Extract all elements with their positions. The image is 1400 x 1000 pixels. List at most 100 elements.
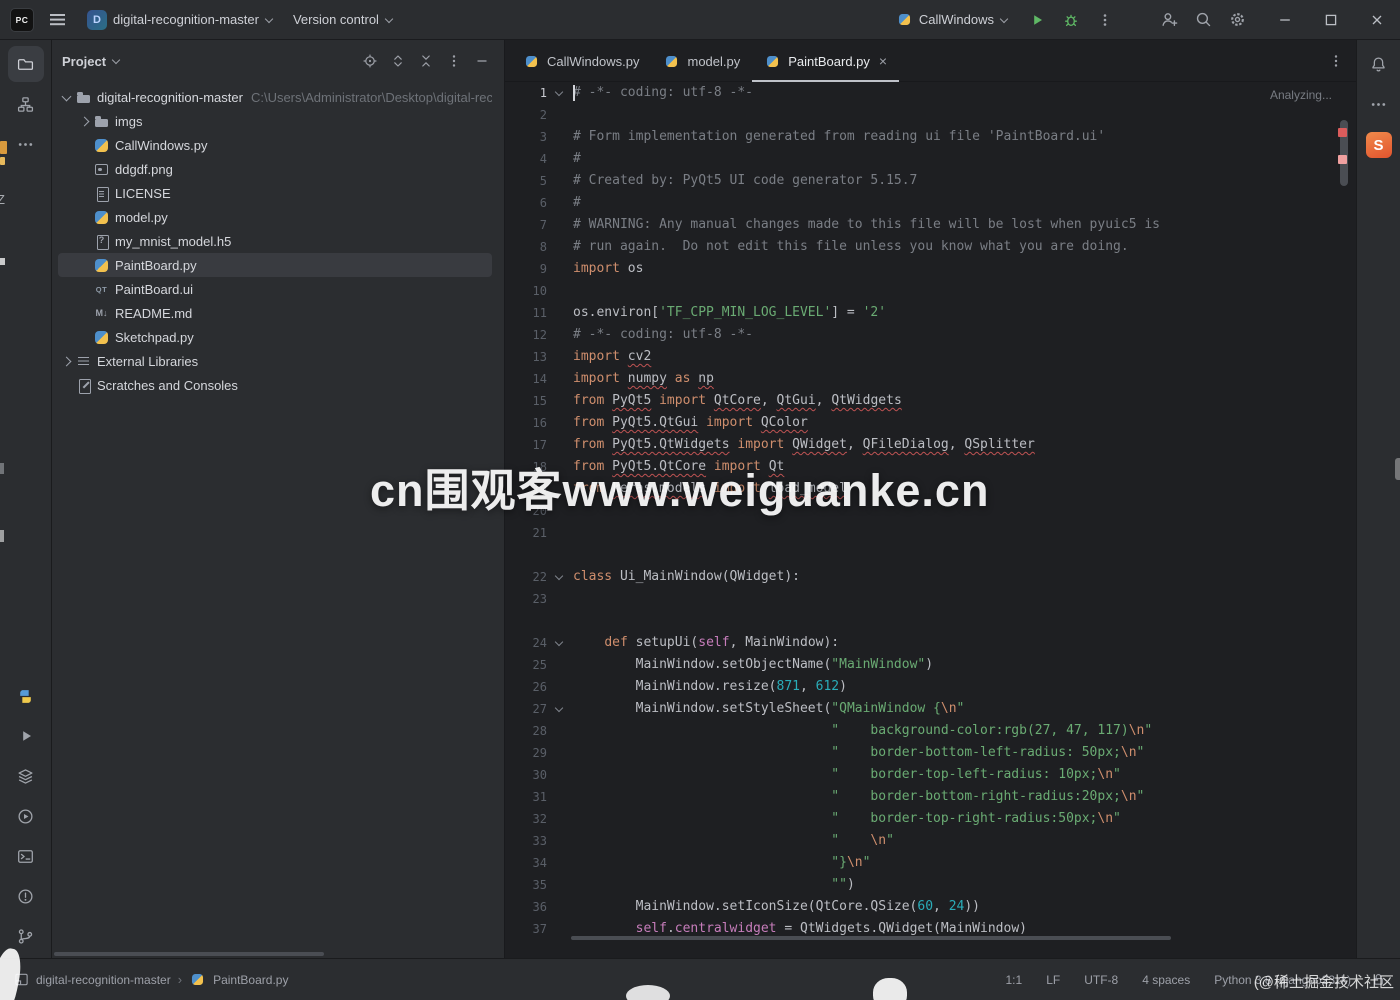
analysis-status[interactable]: Analyzing... (1270, 88, 1332, 102)
code-line[interactable]: 35 "") (505, 874, 1356, 896)
gutter[interactable]: 5 (505, 170, 567, 192)
right-rail-more-button[interactable] (1361, 86, 1397, 122)
locate-file-button[interactable] (358, 49, 382, 73)
gutter[interactable]: 20 (505, 500, 567, 522)
gutter[interactable]: 6 (505, 192, 567, 214)
code-line[interactable]: 24 def setupUi(self, MainWindow): (505, 632, 1356, 654)
tool-project-button[interactable] (7, 46, 44, 82)
code-line[interactable]: 4 # (505, 148, 1356, 170)
gutter[interactable]: 25 (505, 654, 567, 676)
run-more-actions-button[interactable] (1088, 3, 1122, 37)
code-line[interactable]: 27 MainWindow.setStyleSheet("QMainWindow… (505, 698, 1356, 720)
main-menu-button[interactable] (42, 9, 73, 30)
gutter[interactable]: 11 (505, 302, 567, 324)
tree-item[interactable]: LICENSE (52, 181, 492, 205)
panel-options-button[interactable] (442, 49, 466, 73)
code-line[interactable]: 31 " border-bottom-right-radius:20px;\n" (505, 786, 1356, 808)
tool-git-button[interactable] (8, 918, 44, 954)
tree-item[interactable]: Sketchpad.py (52, 325, 492, 349)
code-line[interactable]: 28 " background-color:rgb(27, 47, 117)\n… (505, 720, 1356, 742)
gutter[interactable]: 4 (505, 148, 567, 170)
gutter[interactable]: 18 (505, 456, 567, 478)
gutter[interactable]: 24 (505, 632, 567, 654)
code-line[interactable]: 2 (505, 104, 1356, 126)
code-line[interactable]: 34 "}\n" (505, 852, 1356, 874)
tool-run-services-button[interactable] (8, 798, 44, 834)
code-line[interactable]: 6 # (505, 192, 1356, 214)
tree-item[interactable]: my_mnist_model.h5 (52, 229, 492, 253)
tool-more-button[interactable] (8, 126, 44, 162)
version-control-menu[interactable]: Version control (285, 7, 401, 32)
close-window-button[interactable] (1354, 0, 1400, 40)
project-panel-title[interactable]: Project (62, 54, 106, 69)
code-line[interactable]: 13 import cv2 (505, 346, 1356, 368)
code-line[interactable]: 15 from PyQt5 import QtCore, QtGui, QtWid… (505, 390, 1356, 412)
warning-stripe-mark[interactable] (1338, 155, 1347, 164)
tool-problems-button[interactable] (8, 878, 44, 914)
gutter[interactable]: 33 (505, 830, 567, 852)
hide-panel-button[interactable] (470, 49, 494, 73)
gutter[interactable]: 32 (505, 808, 567, 830)
gutter[interactable]: 34 (505, 852, 567, 874)
editor-hscrollbar[interactable] (571, 936, 1171, 940)
error-stripe-mark[interactable] (1338, 128, 1347, 137)
tool-terminal-button[interactable] (8, 838, 44, 874)
tool-run-button[interactable] (8, 718, 44, 754)
gutter[interactable]: 13 (505, 346, 567, 368)
code-line[interactable]: 22 class Ui_MainWindow(QWidget): (505, 566, 1356, 588)
status-item[interactable]: 4 spaces (1142, 973, 1190, 987)
chevron-down-icon[interactable] (58, 89, 75, 106)
code-line[interactable]: 25 MainWindow.setObjectName("MainWindow"… (505, 654, 1356, 676)
tab-PaintBoard.py[interactable]: PaintBoard.py × (752, 40, 899, 82)
tree-item[interactable]: ddgdf.png (52, 157, 492, 181)
run-configuration-selector[interactable]: CallWindows (888, 6, 1016, 33)
debug-button[interactable] (1054, 3, 1088, 37)
gutter[interactable]: 9 (505, 258, 567, 280)
tree-item[interactable]: README.md (52, 301, 492, 325)
chevron-right-icon[interactable] (58, 353, 75, 370)
code-line[interactable]: 18 from PyQt5.QtCore import Qt (505, 456, 1356, 478)
gutter[interactable]: 31 (505, 786, 567, 808)
tab-CallWindows.py[interactable]: CallWindows.py (511, 40, 651, 82)
tab-model.py[interactable]: model.py (651, 40, 752, 82)
gutter[interactable]: 1 (505, 82, 567, 104)
code-line[interactable]: 36 MainWindow.setIconSize(QtCore.QSize(6… (505, 896, 1356, 918)
project-tree-hscrollbar[interactable] (54, 952, 324, 956)
gutter[interactable]: 12 (505, 324, 567, 346)
status-item[interactable]: Python 3.8 (djangoo23zk) (1214, 973, 1351, 987)
gutter[interactable]: 19 (505, 478, 567, 500)
gutter[interactable]: 22 (505, 566, 567, 588)
code-line[interactable]: 19 from keras.models import load_model (505, 478, 1356, 500)
gutter[interactable]: 2 (505, 104, 567, 126)
gutter[interactable]: 3 (505, 126, 567, 148)
code-line[interactable]: 16 from PyQt5.QtGui import QColor (505, 412, 1356, 434)
code-line[interactable]: 32 " border-top-right-radius:50px;\n" (505, 808, 1356, 830)
tree-item[interactable]: CallWindows.py (52, 133, 492, 157)
readonly-toggle[interactable] (1371, 972, 1386, 987)
code-line[interactable]: 20 (505, 500, 1356, 522)
tab-bar-options-button[interactable] (1328, 53, 1344, 69)
gutter[interactable]: 15 (505, 390, 567, 412)
code-line[interactable]: 10 (505, 280, 1356, 302)
gutter[interactable]: 14 (505, 368, 567, 390)
project-switcher[interactable]: D digital-recognition-master (79, 5, 281, 35)
collapse-all-button[interactable] (414, 49, 438, 73)
run-button[interactable] (1020, 3, 1054, 37)
code-with-me-button[interactable] (1152, 3, 1186, 37)
status-item[interactable]: LF (1046, 973, 1060, 987)
code-line[interactable]: 29 " border-bottom-left-radius: 50px;\n" (505, 742, 1356, 764)
gutter[interactable]: 17 (505, 434, 567, 456)
code-line[interactable]: 23 (505, 588, 1356, 610)
tree-item[interactable]: digital-recognition-master C:\Users\Admin… (52, 85, 492, 109)
gutter[interactable]: 37 (505, 918, 567, 940)
gutter[interactable]: 8 (505, 236, 567, 258)
code-line[interactable]: 1 # -*- coding: utf-8 -*- (505, 82, 1356, 104)
gutter[interactable]: 29 (505, 742, 567, 764)
code-line[interactable]: 11 os.environ['TF_CPP_MIN_LOG_LEVEL'] = '… (505, 302, 1356, 324)
code-line[interactable]: 7 # WARNING: Any manual changes made to t… (505, 214, 1356, 236)
maximize-button[interactable] (1308, 0, 1354, 40)
code-line[interactable]: 5 # Created by: PyQt5 UI code generator 5… (505, 170, 1356, 192)
gutter[interactable]: 36 (505, 896, 567, 918)
breadcrumb-item[interactable]: digital-recognition-master (36, 973, 171, 987)
plugin-s-button[interactable]: S (1365, 132, 1392, 158)
